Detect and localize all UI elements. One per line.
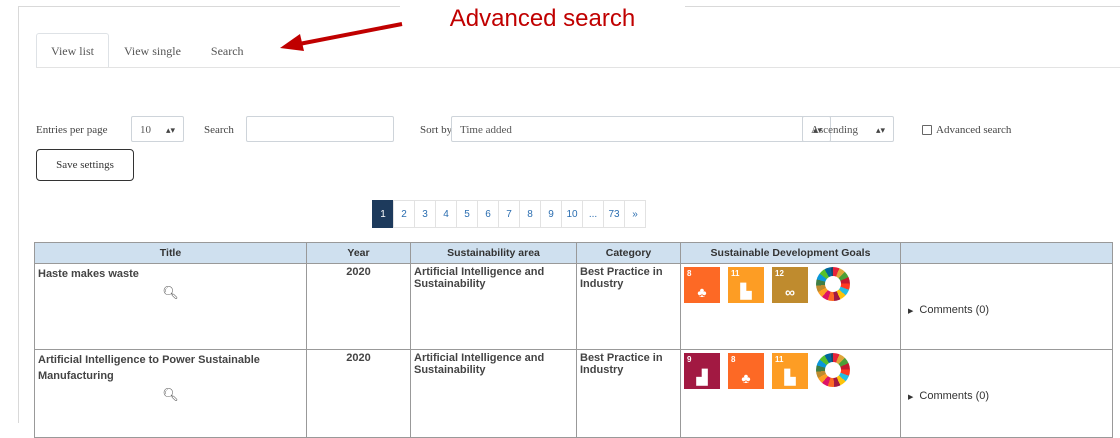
cell-comments: ▶ Comments (0) — [900, 349, 1113, 438]
list-controls: Entries per page 10 ▴▾ Search Sort by Ti… — [36, 116, 1116, 144]
view-tabs: View list View single Search — [36, 33, 259, 68]
entries-per-page-select[interactable]: 10 ▴▾ — [131, 116, 184, 142]
table-header-row: Title Year Sustainability area Category … — [34, 242, 1113, 264]
column-header-sdg[interactable]: Sustainable Development Goals — [680, 242, 901, 264]
pagination: 1 2 3 4 5 6 7 8 9 10 ... 73 » — [372, 200, 646, 228]
cell-title: Artificial Intelligence to Power Sustain… — [34, 349, 307, 438]
advanced-search-label: Advanced search — [936, 124, 1012, 136]
column-header-comments — [900, 242, 1113, 264]
entry-title: Haste makes waste — [38, 268, 139, 280]
sort-by-label: Sort by — [420, 124, 453, 136]
comments-toggle[interactable]: ▶ Comments (0) — [904, 266, 1109, 316]
page-link[interactable]: 5 — [456, 200, 478, 228]
next-page-link[interactable]: » — [624, 200, 646, 228]
page-link[interactable]: 10 — [561, 200, 583, 228]
sdg-goal-icon[interactable]: 11 ▙ — [772, 353, 808, 389]
sort-order-value: Ascending — [811, 124, 859, 136]
page-link[interactable]: 4 — [435, 200, 457, 228]
page-link[interactable]: 9 — [540, 200, 562, 228]
page-ellipsis: ... — [582, 200, 604, 228]
cell-sdg: 9 ▟ 8 ♣ 11 ▙ — [680, 349, 901, 438]
cell-comments: ▶ Comments (0) — [900, 263, 1113, 350]
save-settings-button[interactable]: Save settings — [36, 149, 134, 181]
table-row: Artificial Intelligence to Power Sustain… — [34, 349, 1113, 438]
sdg-goal-icon[interactable]: 11 ▙ — [728, 267, 764, 303]
entries-table: Title Year Sustainability area Category … — [34, 242, 1113, 438]
page-link[interactable]: 6 — [477, 200, 499, 228]
cell-sdg: 8 ♣ 11 ▙ 12 ∞ — [680, 263, 901, 350]
column-header-year[interactable]: Year — [306, 242, 411, 264]
page-link[interactable]: 8 — [519, 200, 541, 228]
advanced-search-checkbox[interactable] — [922, 125, 932, 135]
cell-year: 2020 — [306, 263, 411, 350]
cell-title: Haste makes waste 🔍︎ — [34, 263, 307, 350]
cell-category: Best Practice in Industry — [576, 349, 681, 438]
cell-year: 2020 — [306, 349, 411, 438]
triangle-right-icon: ▶ — [908, 308, 914, 315]
search-input[interactable] — [246, 116, 394, 142]
select-arrows-icon: ▴▾ — [165, 125, 175, 135]
page-link[interactable]: 73 — [603, 200, 625, 228]
tab-view-single[interactable]: View single — [109, 33, 196, 68]
cell-area: Artificial Intelligence and Sustainabili… — [410, 349, 577, 438]
cell-category: Best Practice in Industry — [576, 263, 681, 350]
comments-toggle[interactable]: ▶ Comments (0) — [904, 352, 1109, 402]
page-link[interactable]: 2 — [393, 200, 415, 228]
sdg-wheel-icon[interactable] — [816, 353, 850, 387]
sort-by-select[interactable]: Time added ▴▾ — [451, 116, 831, 142]
sdg-goal-icon[interactable]: 8 ♣ — [728, 353, 764, 389]
sdg-goal-icon[interactable]: 9 ▟ — [684, 353, 720, 389]
page-frame-left — [18, 6, 19, 423]
magnifier-plus-icon[interactable]: 🔍︎ — [38, 387, 303, 403]
page-link[interactable]: 1 — [372, 200, 394, 228]
page-link[interactable]: 3 — [414, 200, 436, 228]
sdg-goal-icon[interactable]: 12 ∞ — [772, 267, 808, 303]
select-arrows-icon: ▴▾ — [875, 125, 885, 135]
cell-area: Artificial Intelligence and Sustainabili… — [410, 263, 577, 350]
sort-order-select[interactable]: Ascending ▴▾ — [802, 116, 894, 142]
sdg-goal-icon[interactable]: 8 ♣ — [684, 267, 720, 303]
entry-title: Artificial Intelligence to Power Sustain… — [38, 354, 260, 382]
column-header-title[interactable]: Title — [34, 242, 307, 264]
column-header-area[interactable]: Sustainability area — [410, 242, 577, 264]
table-row: Haste makes waste 🔍︎ 2020 Artificial Int… — [34, 263, 1113, 350]
search-label: Search — [204, 124, 234, 136]
entries-per-page-label: Entries per page — [36, 124, 108, 136]
triangle-right-icon: ▶ — [908, 394, 914, 401]
page-link[interactable]: 7 — [498, 200, 520, 228]
tabs-divider — [36, 67, 1120, 68]
magnifier-plus-icon[interactable]: 🔍︎ — [38, 285, 303, 301]
column-header-category[interactable]: Category — [576, 242, 681, 264]
tab-search[interactable]: Search — [196, 33, 259, 68]
annotation-arrow-icon — [280, 22, 403, 51]
annotation-label: Advanced search — [400, 0, 685, 38]
sort-by-value: Time added — [460, 124, 512, 136]
sdg-wheel-icon[interactable] — [816, 267, 850, 301]
entries-per-page-value: 10 — [140, 124, 151, 136]
tab-view-list[interactable]: View list — [36, 33, 109, 68]
